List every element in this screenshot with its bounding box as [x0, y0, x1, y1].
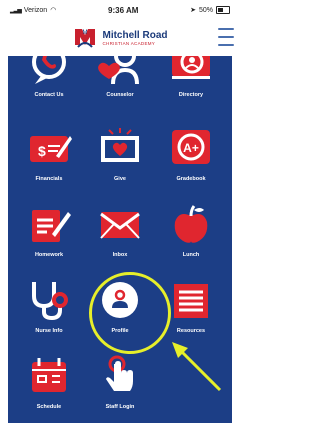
status-bar: ▂▃▅ Verizon ◠ 9:36 AM ➤ 50%: [0, 0, 240, 20]
tile-label: Resources: [176, 328, 206, 334]
location-icon: ➤: [190, 7, 196, 14]
menu-button[interactable]: [218, 28, 234, 46]
tile-lunch[interactable]: Lunch: [154, 202, 228, 258]
tile-label: Homework: [34, 252, 64, 258]
tile-label: Staff Login: [105, 404, 135, 410]
school-name: Mitchell Road: [102, 29, 168, 41]
menu-bar-2: [218, 36, 234, 38]
directory-icon: [168, 56, 214, 86]
financials-glyph: $: [38, 143, 46, 159]
school-logo: M Mitchell Road CHRISTIAN ACADEMY: [72, 25, 168, 51]
tile-label: Schedule: [36, 404, 62, 410]
status-right: ➤ 50%: [190, 6, 230, 14]
tile-staff-login[interactable]: Staff Login: [83, 354, 157, 410]
tile-contact-us[interactable]: Contact Us: [12, 56, 86, 98]
tile-label: Nurse Info: [35, 328, 63, 334]
tile-label: Inbox: [112, 252, 128, 258]
tile-label: Give: [114, 176, 126, 182]
tile-inbox[interactable]: Inbox: [83, 202, 157, 258]
status-time: 9:36 AM: [108, 5, 139, 15]
tile-profile[interactable]: Profile: [83, 278, 157, 334]
tile-label: Counselor: [106, 92, 134, 98]
hand-pointer-icon: [97, 354, 143, 398]
tile-nurse-info[interactable]: Nurse Info: [12, 278, 86, 334]
calendar-icon: [26, 354, 72, 398]
school-subtitle: CHRISTIAN ACADEMY: [102, 40, 156, 46]
signal-icon: ▂▃▅: [10, 7, 22, 14]
tile-label: Lunch: [182, 252, 200, 258]
homework-icon: [26, 202, 72, 246]
tile-give[interactable]: Give: [83, 126, 157, 182]
battery-icon: [216, 6, 230, 14]
menu-bar-1: [218, 28, 234, 30]
battery-percent: 50%: [198, 6, 213, 14]
tile-label: Contact Us: [34, 92, 64, 98]
tile-financials[interactable]: $ Financials: [12, 126, 86, 182]
gradebook-icon: A+: [168, 126, 214, 170]
highlight-arrow-icon: [172, 342, 222, 392]
profile-person-icon: [97, 278, 143, 322]
tile-label: Gradebook: [176, 176, 206, 182]
app-header: M Mitchell Road CHRISTIAN ACADEMY: [0, 20, 240, 56]
tile-grid: Contact Us Counselor Directory $ Financi…: [8, 56, 232, 423]
status-left: ▂▃▅ Verizon ◠: [10, 6, 57, 15]
financials-icon: $: [26, 126, 72, 170]
tile-label: Profile: [111, 328, 129, 334]
menu-bar-3: [218, 44, 234, 46]
give-heart-money-icon: [97, 126, 143, 170]
tile-counselor[interactable]: Counselor: [83, 56, 157, 98]
stethoscope-icon: [26, 278, 72, 322]
tile-resources[interactable]: Resources: [154, 278, 228, 334]
tile-label: Financials: [35, 176, 63, 182]
tile-homework[interactable]: Homework: [12, 202, 86, 258]
resources-icon: [168, 278, 214, 322]
tile-gradebook[interactable]: A+ Gradebook: [154, 126, 228, 182]
tile-directory[interactable]: Directory: [154, 56, 228, 98]
wifi-icon: ◠: [50, 7, 57, 14]
counselor-heart-icon: [97, 56, 143, 86]
logo-letter: M: [83, 30, 88, 36]
phone-bubble-icon: [26, 56, 72, 86]
school-logo-mark: M: [75, 29, 96, 48]
carrier-label: Verizon: [23, 6, 48, 14]
apple-icon: [168, 202, 214, 246]
tile-schedule[interactable]: Schedule: [12, 354, 86, 410]
gradebook-glyph: A+: [183, 141, 199, 155]
envelope-icon: [97, 202, 143, 246]
tile-label: Directory: [178, 92, 204, 98]
